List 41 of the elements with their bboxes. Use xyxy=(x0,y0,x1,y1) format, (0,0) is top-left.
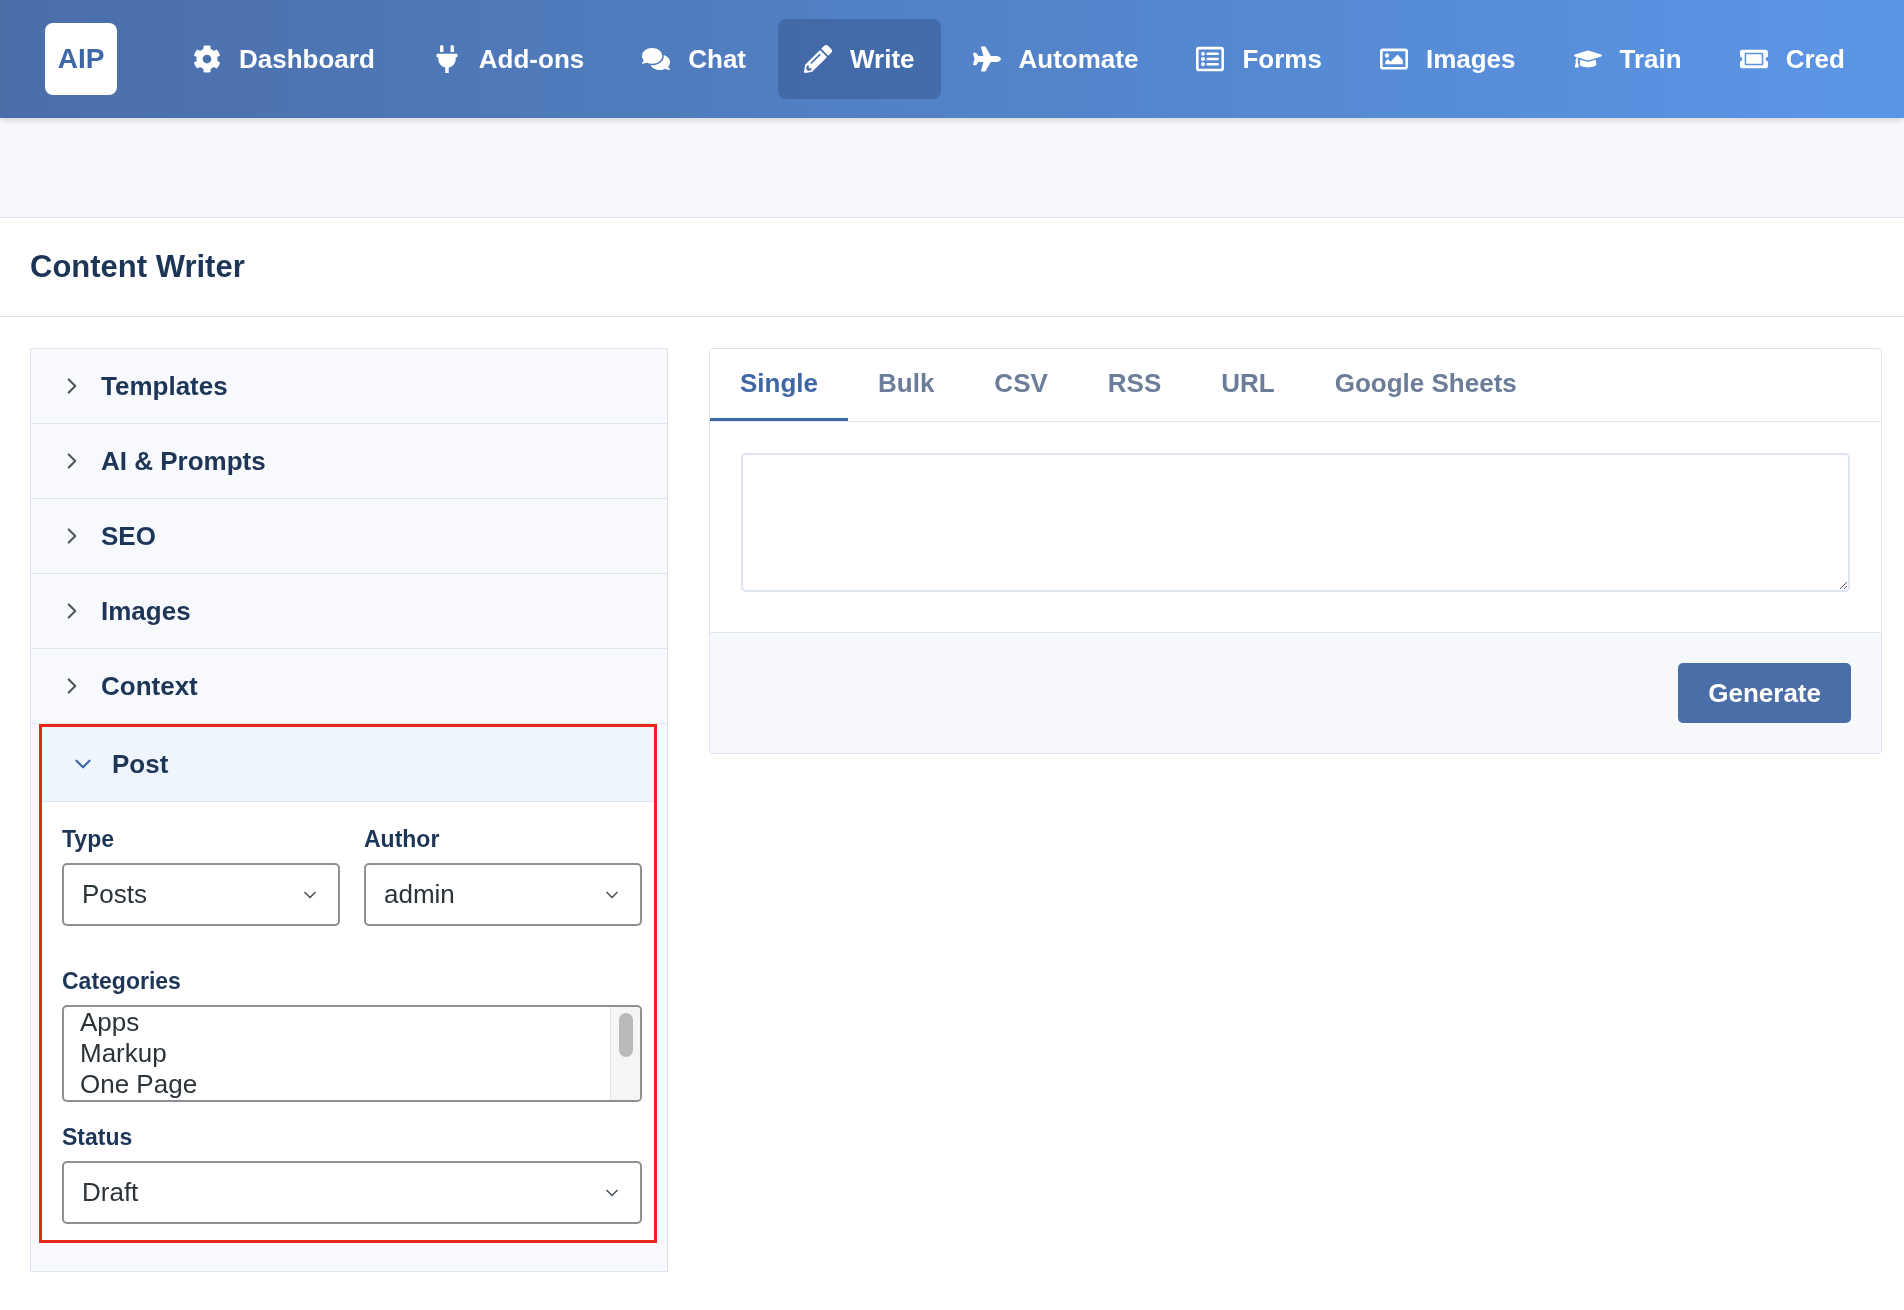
prompt-textarea[interactable] xyxy=(741,453,1850,592)
status-select[interactable]: Draft xyxy=(62,1161,642,1224)
gear-icon xyxy=(193,45,221,73)
tab[interactable]: URL xyxy=(1191,349,1305,421)
chat-bubbles-icon xyxy=(642,45,671,73)
nav-item[interactable]: Cred xyxy=(1713,19,1871,99)
nav-item[interactable]: Add-ons xyxy=(406,19,611,99)
author-select[interactable]: admin xyxy=(364,863,642,926)
nav-item[interactable]: Forms xyxy=(1170,19,1348,99)
nav-item[interactable]: Chat xyxy=(616,19,772,99)
field-label: Categories xyxy=(62,968,182,995)
categories-listbox[interactable]: Apps Markup One Page xyxy=(62,1005,642,1102)
field-label: Type xyxy=(62,826,115,853)
accordion-header[interactable]: SEO xyxy=(31,499,667,574)
field-label: Status xyxy=(62,1124,134,1151)
logo: AIP xyxy=(45,23,117,95)
nav-item[interactable]: Automate xyxy=(946,19,1165,99)
list-card-icon xyxy=(1196,45,1225,73)
list-option[interactable]: One Page xyxy=(80,1069,594,1100)
pencil-icon xyxy=(804,45,832,73)
accordion-header[interactable]: Images xyxy=(31,574,667,649)
plane-icon xyxy=(972,45,1001,73)
list-option[interactable]: Apps xyxy=(80,1007,594,1038)
accordion-header[interactable]: Post xyxy=(42,727,654,802)
page-title: Content Writer xyxy=(30,249,245,285)
list-option[interactable]: Markup xyxy=(80,1038,594,1069)
nav-item[interactable]: Train xyxy=(1547,19,1708,99)
field-label: Author xyxy=(364,826,441,853)
tab[interactable]: RSS xyxy=(1077,349,1192,421)
nav-item[interactable]: Write xyxy=(778,19,941,99)
accordion-header[interactable]: Templates xyxy=(31,349,667,424)
scrollbar-thumb[interactable] xyxy=(618,1013,633,1057)
nav-item[interactable]: Images xyxy=(1353,19,1542,99)
nav-item[interactable]: Dashboard xyxy=(167,19,401,99)
type-select[interactable]: Posts xyxy=(62,863,340,926)
tab[interactable]: CSV xyxy=(964,349,1078,421)
tab[interactable]: Bulk xyxy=(848,349,965,421)
accordion-header[interactable]: AI & Prompts xyxy=(31,424,667,499)
tab[interactable]: Single xyxy=(710,349,848,421)
generate-button[interactable]: Generate xyxy=(1678,663,1851,723)
tab[interactable]: Google Sheets xyxy=(1304,349,1547,421)
